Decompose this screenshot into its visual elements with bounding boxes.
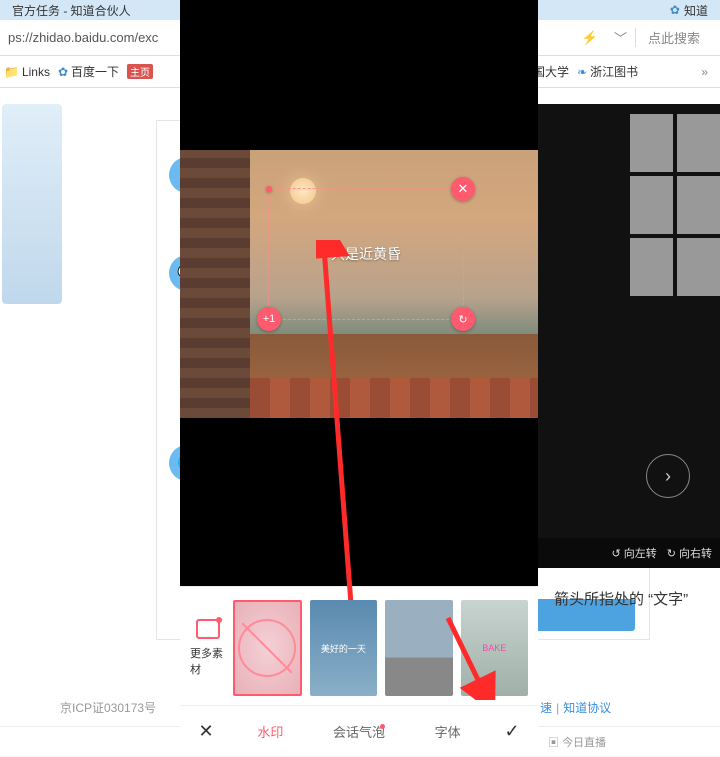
edited-photo[interactable]: 只是近黄昏 ✕ +1 ↻ (180, 150, 538, 418)
bookmark-zjlib[interactable]: ❧浙江图书 (577, 63, 638, 80)
left-panel (2, 104, 62, 304)
rotate-right-button[interactable]: ↻ 向右转 (667, 545, 712, 561)
rotate-toolbar: ↺ 向左转 ↻ 向右转 (538, 538, 720, 568)
template-thumbs: 更多素材 美好的一天 BAKE (180, 587, 538, 705)
thumb-cell[interactable] (677, 114, 720, 172)
thumb-cell[interactable] (677, 176, 720, 234)
store-icon (196, 619, 220, 639)
thumbnail-grid (630, 114, 720, 296)
chevron-right-icon: › (665, 466, 671, 487)
image-viewer: › ↺ 向左转 ↻ 向右转 (538, 104, 720, 568)
editor-tabs: ✕ 水印 会话气泡 字体 ✓ (180, 705, 538, 757)
live-button[interactable]: ▣ 今日直播 (548, 734, 606, 750)
rotate-handle[interactable]: ↻ (451, 307, 475, 331)
check-icon: ✓ (504, 721, 519, 741)
folder-icon: 📁 (4, 65, 19, 79)
search-button[interactable]: 点此搜索 (635, 28, 712, 47)
bookmark-home[interactable]: 主页 (127, 64, 153, 79)
dropdown-icon[interactable]: ﹀ (606, 28, 635, 47)
bookmark-overflow[interactable]: » (693, 65, 716, 79)
more-label: 更多素材 (190, 645, 225, 677)
photo-editor-canvas: 只是近黄昏 ✕ +1 ↻ (180, 28, 538, 586)
plus-one-label: +1 (263, 313, 276, 325)
leaf-icon: ❧ (577, 65, 587, 79)
overlay-text: 只是近黄昏 (331, 244, 401, 264)
phone-screenshot: 只是近黄昏 ✕ +1 ↻ 更多素材 美好的一天 BAKE (180, 0, 538, 756)
thumb-cell[interactable] (630, 238, 673, 296)
text-overlay-box[interactable]: 只是近黄昏 ✕ +1 ↻ (268, 188, 464, 320)
bookmark-links[interactable]: 📁Links (4, 65, 50, 79)
more-templates-button[interactable]: 更多素材 (190, 619, 225, 677)
home-badge: 主页 (127, 64, 153, 79)
plus-handle[interactable]: +1 (257, 307, 281, 331)
rotate-left-button[interactable]: ↺ 向左转 (611, 545, 656, 561)
photo-track (250, 378, 538, 418)
browser-tab-1[interactable]: 官方任务 - 知道合伙人 (4, 2, 139, 19)
cancel-button[interactable]: ✕ (186, 721, 226, 742)
thumb-cell[interactable] (630, 114, 673, 172)
icp-text: 京ICP证030173号 (60, 699, 156, 716)
rotate-icon: ↻ (458, 313, 467, 326)
bolt-icon[interactable]: ⚡ (574, 30, 606, 46)
crop-handle-tl[interactable] (266, 186, 272, 192)
bookmark-baidu[interactable]: ✿百度一下 (58, 63, 119, 80)
phone-status-bar (180, 0, 538, 28)
footer-link-speed[interactable]: 速 (540, 699, 552, 716)
tab-title: 知道 (684, 2, 708, 19)
editor-toolbar: 更多素材 美好的一天 BAKE ✕ 水印 会话气泡 字体 ✓ (180, 586, 538, 756)
footer-link-agreement[interactable]: 知道协议 (563, 699, 611, 716)
tab-bubble[interactable]: 会话气泡 (315, 722, 404, 741)
tab-title: 官方任务 - 知道合伙人 (12, 2, 131, 19)
tab-font[interactable]: 字体 (403, 722, 492, 741)
tab-watermark[interactable]: 水印 (226, 722, 315, 741)
close-icon: ✕ (198, 721, 213, 741)
delete-handle[interactable]: ✕ (451, 177, 475, 201)
template-street[interactable] (385, 600, 452, 696)
thumb-cell[interactable] (630, 176, 673, 234)
next-image-button[interactable]: › (646, 454, 690, 498)
template-bike[interactable]: BAKE (461, 600, 528, 696)
paw-icon: ✿ (58, 65, 68, 79)
step-caption: 箭头所指处的 “文字” (554, 588, 688, 609)
template-sky[interactable]: 美好的一天 (310, 600, 377, 696)
browser-tab-2[interactable]: ✿ 知道 (662, 2, 716, 19)
template-none[interactable] (233, 600, 302, 696)
photo-wall (180, 150, 250, 418)
confirm-button[interactable]: ✓ (492, 721, 532, 742)
thumb-cell[interactable] (677, 238, 720, 296)
close-icon: ✕ (458, 181, 469, 197)
paw-icon: ✿ (670, 3, 680, 17)
